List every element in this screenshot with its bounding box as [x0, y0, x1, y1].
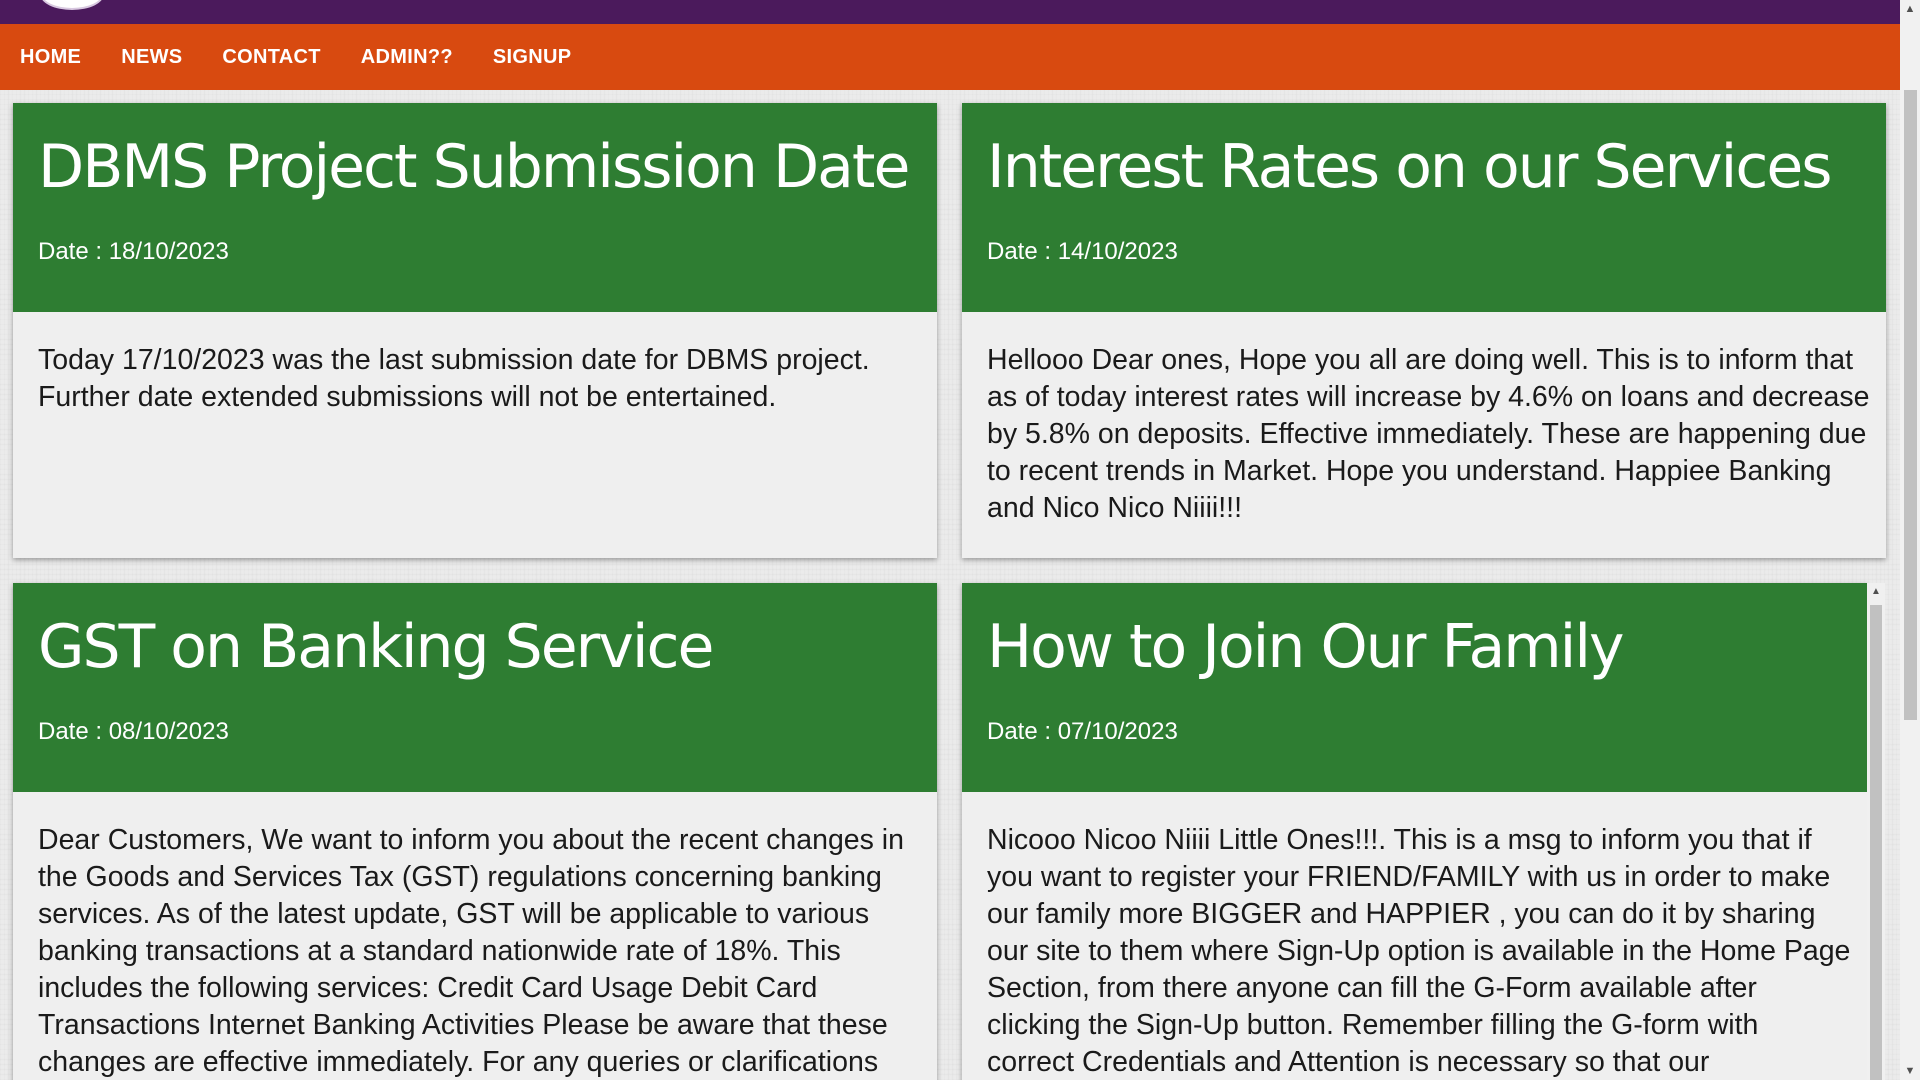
news-card: How to Join Our Family Date : 07/10/2023…	[962, 583, 1867, 1080]
news-date: Date : 14/10/2023	[987, 238, 1178, 265]
news-scroll-thumb[interactable]	[1870, 605, 1882, 1080]
news-date: Date : 18/10/2023	[38, 238, 229, 265]
news-title: GST on Banking Service	[38, 612, 714, 682]
main-nav: HOME NEWS CONTACT ADMIN?? SIGNUP	[0, 24, 1900, 90]
scroll-up-icon[interactable]: ▲	[1900, 0, 1920, 18]
nav-home[interactable]: HOME	[20, 46, 81, 69]
news-title: How to Join Our Family	[987, 612, 1625, 682]
page-scroll-thumb[interactable]	[1904, 90, 1917, 720]
nav-admin[interactable]: ADMIN??	[361, 46, 453, 69]
scroll-down-icon[interactable]: ▼	[1900, 1062, 1920, 1080]
news-card-header: GST on Banking Service Date : 08/10/2023	[13, 583, 937, 792]
news-title: Interest Rates on our Services	[987, 132, 1833, 202]
news-date: Date : 08/10/2023	[38, 718, 229, 745]
news-body: Today 17/10/2023 was the last submission…	[38, 344, 870, 413]
news-title: DBMS Project Submission Date	[38, 132, 910, 202]
news-date: Date : 07/10/2023	[987, 718, 1178, 745]
news-body: Dear Customers, We want to inform you ab…	[38, 824, 904, 1078]
news-body: Nicooo Nicoo Niiii Little Ones!!!. This …	[987, 824, 1851, 1078]
nav-news[interactable]: NEWS	[121, 46, 182, 69]
scroll-up-icon[interactable]: ▲	[1867, 583, 1885, 601]
nav-contact[interactable]: CONTACT	[222, 46, 320, 69]
news-card: Interest Rates on our Services Date : 14…	[962, 103, 1886, 558]
news-card: GST on Banking Service Date : 08/10/2023…	[13, 583, 937, 1080]
site-logo[interactable]	[40, 0, 104, 10]
news-scrollbar[interactable]: ▲	[1867, 583, 1885, 1080]
news-card-header: How to Join Our Family Date : 07/10/2023	[962, 583, 1867, 792]
news-card: DBMS Project Submission Date Date : 18/1…	[13, 103, 937, 558]
news-card-header: DBMS Project Submission Date Date : 18/1…	[13, 103, 937, 312]
page-scrollbar[interactable]: ▲ ▼	[1900, 0, 1920, 1080]
news-body: Hellooo Dear ones, Hope you all are doin…	[987, 344, 1870, 524]
nav-signup[interactable]: SIGNUP	[493, 46, 571, 69]
news-card-header: Interest Rates on our Services Date : 14…	[962, 103, 1886, 312]
top-bar	[0, 0, 1900, 24]
